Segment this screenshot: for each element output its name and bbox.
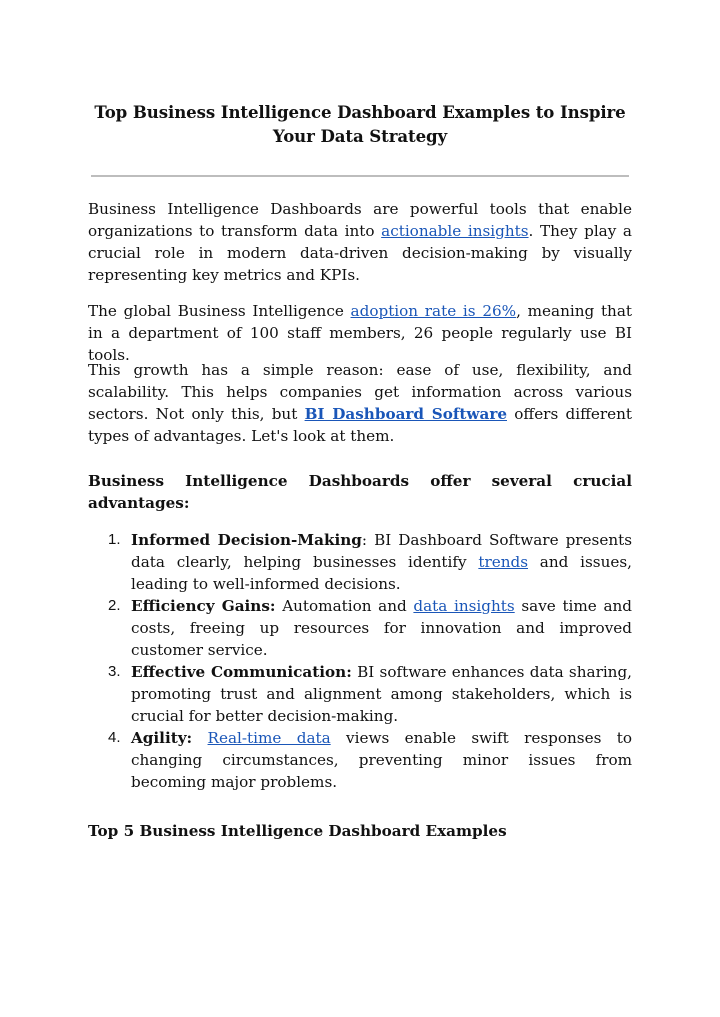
advantage-term: Informed Decision-Making — [131, 531, 362, 549]
data-insights-link[interactable]: data insights — [413, 597, 514, 615]
advantage-text: Automation and — [282, 597, 414, 615]
title-divider — [91, 175, 629, 177]
list-number: 1. — [108, 531, 121, 548]
advantage-term: Efficiency Gains: — [131, 597, 276, 615]
adoption-paragraph: The global Business Intelligence adoptio… — [88, 300, 632, 366]
intro-paragraph: Business Intelligence Dashboards are pow… — [88, 198, 632, 286]
real-time-data-link[interactable]: Real-time data — [208, 729, 331, 747]
advantage-item: 2. Efficiency Gains: Automation and data … — [88, 595, 632, 661]
list-number: 3. — [108, 663, 121, 680]
adoption-text: The global Business Intelligence — [88, 302, 351, 320]
list-number: 2. — [108, 597, 121, 614]
examples-heading: Top 5 Business Intelligence Dashboard Ex… — [88, 822, 507, 840]
bi-dashboard-software-link[interactable]: BI Dashboard Software — [305, 405, 507, 423]
list-number: 4. — [108, 729, 121, 746]
advantage-term: Effective Communication: — [131, 663, 352, 681]
advantage-term: Agility: — [131, 729, 193, 747]
separator — [192, 729, 207, 747]
growth-paragraph: This growth has a simple reason: ease of… — [88, 359, 632, 447]
advantage-item: 1. Informed Decision-Making: BI Dashboard… — [88, 529, 632, 595]
trends-link[interactable]: trends — [478, 553, 528, 571]
advantage-item: 4. Agility: Real-time data views enable s… — [88, 727, 632, 793]
advantage-item: 3. Effective Communication: BI software e… — [88, 661, 632, 727]
page-title: Top Business Intelligence Dashboard Exam… — [94, 102, 626, 146]
advantages-list: 1. Informed Decision-Making: BI Dashboard… — [88, 529, 632, 793]
actionable-insights-link[interactable]: actionable insights — [381, 222, 528, 240]
adoption-rate-link[interactable]: adoption rate is 26% — [351, 302, 517, 320]
advantages-heading: Business Intelligence Dashboards offer s… — [88, 472, 632, 512]
separator: : — [361, 531, 375, 549]
